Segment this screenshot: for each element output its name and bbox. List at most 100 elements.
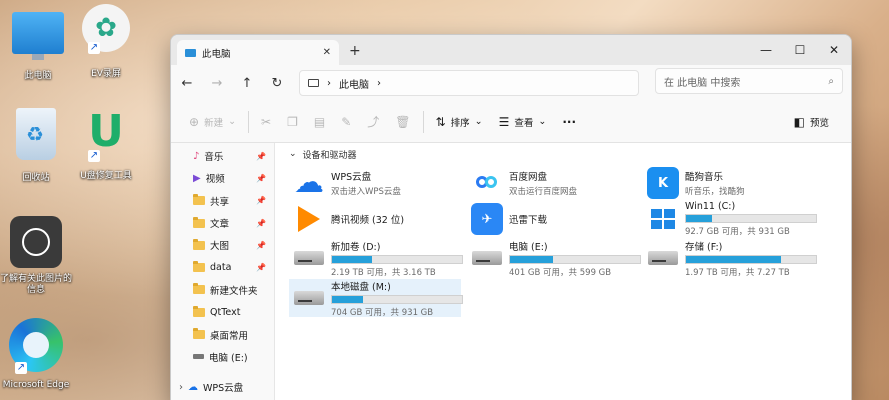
clipboard-icon: ▤ — [313, 114, 326, 129]
device-description: 双击进入WPS云盘 — [331, 187, 401, 197]
device-tencent-video[interactable]: 腾讯视频 (32 位) — [289, 201, 461, 237]
drive-usage-text: 92.7 GB 可用，共 931 GB — [685, 227, 790, 237]
tab-this-pc[interactable]: 此电脑 ✕ — [177, 40, 339, 65]
sidebar-item-wps-cloud[interactable]: › ☁ WPS云盘 — [171, 376, 274, 398]
drive-icon — [293, 242, 325, 274]
kugou-music-icon: K — [647, 167, 679, 199]
sidebar-item-big-images[interactable]: 大图 📌 — [171, 234, 274, 256]
device-kugou-music[interactable]: K 酷狗音乐 听音乐，找酷狗 — [643, 165, 815, 201]
sidebar-item-shared[interactable]: 共享 📌 — [171, 190, 274, 212]
drive-m[interactable]: 本地磁盘 (M:) 704 GB 可用，共 931 GB — [289, 279, 463, 318]
back-arrow-icon[interactable]: ← — [179, 76, 195, 91]
drive-e[interactable]: 电脑 (E:) 401 GB 可用，共 599 GB — [467, 239, 641, 278]
drive-icon — [193, 354, 204, 360]
device-description: 双击运行百度网盘 — [509, 187, 578, 197]
share-button[interactable]: ⤴ — [359, 107, 387, 137]
recycle-bin-icon: ♻ — [16, 108, 56, 160]
sort-label: 排序 — [450, 117, 470, 129]
folder-icon — [193, 238, 205, 250]
chevron-down-icon: ⌄ — [289, 149, 297, 159]
desktop-icon-label: 回收站 — [22, 173, 50, 183]
sidebar-item-drive-e[interactable]: 电脑 (E:) — [171, 346, 274, 368]
folder-icon — [193, 328, 205, 340]
chevron-down-icon: ⌄ — [474, 116, 483, 127]
sidebar-item-videos[interactable]: ▶ 视频 📌 — [171, 167, 274, 189]
drive-usage-bar — [509, 254, 641, 264]
title-bar: 此电脑 ✕ + — ☐ ✕ — [171, 35, 851, 65]
desktop-icon-label: Microsoft Edge — [2, 380, 70, 390]
search-placeholder: 在 此电脑 中搜索 — [664, 77, 741, 89]
more-icon: ··· — [562, 114, 577, 129]
view-button[interactable]: ☰ 查看 ⌄ — [491, 107, 555, 137]
breadcrumb-this-pc[interactable]: 此电脑 — [339, 76, 369, 91]
sidebar-item-qttext[interactable]: QtText — [171, 301, 274, 323]
device-name: WPS云盘 — [331, 172, 372, 183]
navigation-pane: ♪ 音乐 📌 ▶ 视频 📌 共享 📌 文章 📌 大图 📌 data 📌 新建文件… — [171, 143, 275, 400]
search-input[interactable]: 在 此电脑 中搜索 ⌕ — [655, 68, 843, 94]
pin-icon: 📌 — [256, 218, 266, 228]
chevron-right-icon[interactable]: › — [327, 78, 331, 89]
sidebar-item-articles[interactable]: 文章 📌 — [171, 212, 274, 234]
sidebar-item-data[interactable]: data 📌 — [171, 256, 274, 278]
sidebar-item-label: QtText — [210, 306, 241, 318]
pc-icon — [308, 79, 319, 87]
pin-icon: 📌 — [256, 240, 266, 250]
chevron-right-icon[interactable]: › — [179, 382, 183, 393]
up-arrow-icon[interactable]: ↑ — [239, 76, 255, 91]
minimize-button[interactable]: — — [749, 35, 783, 65]
desktop-icon-image-info[interactable]: 了解有关此图片的信息 — [0, 216, 72, 296]
sidebar-item-desktop-common[interactable]: 桌面常用 — [171, 323, 274, 345]
view-label: 查看 — [514, 117, 534, 129]
address-field[interactable]: › 此电脑 › — [299, 70, 639, 96]
copy-button[interactable]: ❐ — [279, 107, 306, 137]
folder-icon — [193, 261, 205, 273]
cut-button[interactable]: ✂ — [253, 107, 279, 137]
new-tab-button[interactable]: + — [349, 43, 361, 59]
folder-icon — [193, 216, 205, 228]
pin-icon: 📌 — [256, 263, 266, 273]
device-wps-cloud[interactable]: ☁ WPS云盘 双击进入WPS云盘 — [289, 165, 461, 201]
usb-repair-icon: U ↗ — [88, 106, 124, 162]
paste-button[interactable]: ▤ — [306, 107, 333, 137]
device-xunlei[interactable]: ✈ 迅雷下载 — [467, 201, 639, 237]
chevron-right-icon[interactable]: › — [377, 78, 381, 89]
more-options-button[interactable]: ··· — [554, 107, 584, 137]
sidebar-item-label: 共享 — [210, 196, 230, 208]
video-folder-icon: ▶ — [193, 172, 201, 184]
pin-icon: 📌 — [256, 173, 266, 183]
rename-button[interactable]: ✎ — [333, 107, 359, 137]
drive-usage-text: 2.19 TB 可用，共 3.16 TB — [331, 267, 436, 278]
sidebar-item-label: 电脑 (E:) — [209, 352, 248, 364]
sidebar-item-label: 桌面常用 — [210, 330, 249, 342]
new-button[interactable]: ⊕ 新建 ⌄ — [181, 107, 244, 137]
drive-d[interactable]: 新加卷 (D:) 2.19 TB 可用，共 3.16 TB — [289, 239, 463, 278]
maximize-button[interactable]: ☐ — [783, 35, 817, 65]
close-tab-icon[interactable]: ✕ — [323, 47, 331, 58]
refresh-icon[interactable]: ↻ — [269, 76, 285, 91]
desktop-icon-recycle-bin[interactable]: ♻ 回收站 — [0, 108, 72, 183]
sidebar-item-new-folder[interactable]: 新建文件夹 — [171, 279, 274, 301]
drive-c[interactable]: Win11 (C:) 92.7 GB 可用，共 931 GB — [643, 201, 817, 237]
desktop-icon-this-pc[interactable]: 此电脑 — [2, 8, 74, 81]
delete-button[interactable]: 🗑 — [387, 107, 418, 137]
drive-f[interactable]: 存储 (F:) 1.97 TB 可用，共 7.27 TB — [643, 239, 817, 278]
edge-icon: ↗ — [9, 318, 63, 374]
file-explorer-window: 此电脑 ✕ + — ☐ ✕ ← → ↑ ↻ › 此电脑 › 在 此电脑 中搜索 … — [170, 34, 852, 400]
trash-icon: 🗑 — [395, 114, 411, 129]
desktop-icon-usb-repair[interactable]: U ↗ U盘修复工具 — [70, 104, 142, 182]
new-label: 新建 — [204, 117, 224, 129]
sidebar-item-music[interactable]: ♪ 音乐 📌 — [171, 145, 274, 167]
baidu-netdisk-icon — [471, 167, 503, 199]
group-header-devices[interactable]: ⌄ 设备和驱动器 — [285, 143, 851, 165]
desktop-icon-label: U盘修复工具 — [80, 171, 132, 181]
forward-arrow-icon[interactable]: → — [209, 76, 225, 91]
desktop-icon-edge[interactable]: ↗ Microsoft Edge — [0, 318, 72, 390]
close-window-button[interactable]: ✕ — [817, 35, 851, 65]
desktop-icon-ev-recorder[interactable]: ✿ ↗ EV录屏 — [70, 4, 142, 79]
camera-info-icon — [10, 216, 62, 268]
music-folder-icon: ♪ — [193, 150, 200, 162]
sort-button[interactable]: ⇅ 排序 ⌄ — [428, 107, 491, 137]
preview-pane-button[interactable]: ◧ 预览 — [786, 107, 837, 137]
device-baidu-netdisk[interactable]: 百度网盘 双击运行百度网盘 — [467, 165, 639, 201]
drive-usage-fill — [510, 255, 553, 263]
